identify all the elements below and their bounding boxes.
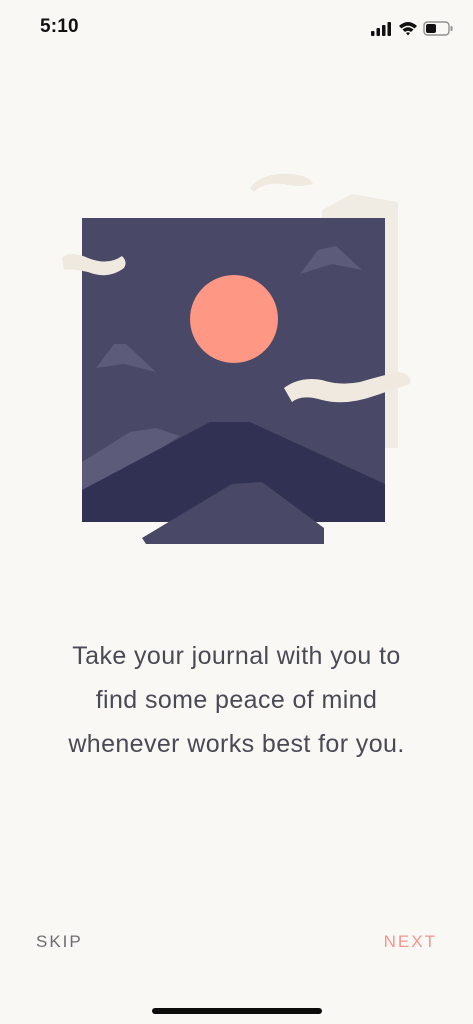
home-indicator[interactable] bbox=[152, 1008, 322, 1014]
sun bbox=[190, 275, 278, 363]
onboarding-message: Take your journal with you to find some … bbox=[68, 642, 405, 758]
onboarding-illustration bbox=[0, 150, 473, 570]
swoosh-top bbox=[250, 173, 313, 192]
next-button[interactable]: NEXT bbox=[384, 932, 437, 952]
status-bar: 5:10 bbox=[0, 0, 473, 56]
battery-icon bbox=[423, 21, 453, 36]
cellular-signal-icon bbox=[371, 22, 391, 36]
skip-button[interactable]: SKIP bbox=[36, 932, 83, 952]
wifi-icon bbox=[399, 22, 417, 36]
status-time: 5:10 bbox=[40, 16, 79, 37]
status-icons bbox=[371, 18, 455, 40]
